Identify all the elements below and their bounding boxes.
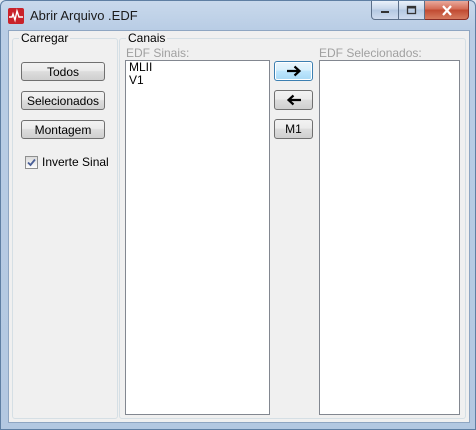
remove-channel-button[interactable]	[274, 90, 313, 110]
canais-groupbox: Canais EDF Sinais: MLII V1 M1 EDF Seleci…	[119, 31, 466, 419]
list-item[interactable]: MLII	[126, 61, 269, 74]
close-button[interactable]	[425, 1, 469, 20]
app-icon[interactable]	[8, 8, 24, 24]
arrow-left-icon	[286, 94, 301, 106]
montagem-button[interactable]: Montagem	[21, 120, 105, 139]
maximize-icon	[406, 5, 417, 15]
window: Abrir Arquivo .EDF Carregar Todos Seleci…	[0, 0, 476, 430]
add-channel-button[interactable]	[274, 61, 313, 81]
m1-button[interactable]: M1	[274, 119, 313, 139]
client-area: Carregar Todos Selecionados Montagem Inv…	[8, 30, 470, 423]
todos-button[interactable]: Todos	[21, 62, 105, 81]
minimize-button[interactable]	[371, 1, 399, 20]
edf-sinais-listbox[interactable]: MLII V1	[125, 60, 270, 415]
selecionados-button[interactable]: Selecionados	[21, 91, 105, 110]
list-item[interactable]: V1	[126, 74, 269, 87]
maximize-button[interactable]	[399, 1, 425, 20]
window-title: Abrir Arquivo .EDF	[30, 8, 138, 23]
minimize-icon	[381, 11, 389, 13]
inverte-sinal-label: Inverte Sinal	[42, 155, 109, 169]
caption-buttons	[371, 1, 469, 21]
title-bar[interactable]: Abrir Arquivo .EDF	[1, 1, 475, 31]
edf-sinais-label: EDF Sinais:	[126, 46, 190, 60]
inverte-sinal-check-box[interactable]	[25, 155, 38, 169]
edf-selecionados-listbox[interactable]	[319, 60, 460, 415]
carregar-groupbox: Carregar Todos Selecionados Montagem Inv…	[12, 31, 118, 419]
close-icon	[441, 4, 452, 16]
arrow-right-icon	[286, 65, 301, 77]
carregar-label: Carregar	[19, 31, 71, 45]
inverte-sinal-checkbox[interactable]: Inverte Sinal	[25, 155, 109, 169]
canais-label: Canais	[126, 31, 168, 45]
edf-selecionados-label: EDF Selecionados:	[319, 46, 422, 60]
checkmark-icon	[27, 158, 36, 166]
